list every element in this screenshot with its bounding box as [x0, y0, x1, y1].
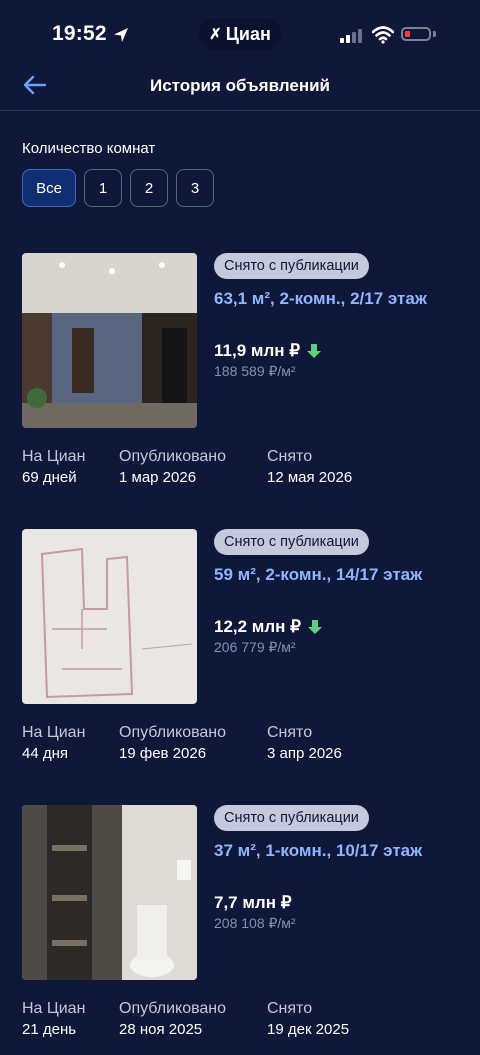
app-pill[interactable]: ✗ Циан [199, 18, 281, 50]
status-badge: Снято с публикации [214, 529, 369, 555]
listing-price: 7,7 млн ₽ [214, 893, 292, 912]
status-badge: Снято с публикации [214, 805, 369, 831]
stat-value: 19 дек 2025 [267, 1021, 350, 1038]
app-pill-label: Циан [225, 23, 271, 44]
stat-value: 12 мая 2026 [267, 469, 353, 486]
listing-photo[interactable] [22, 805, 197, 980]
stat-removed: Снято 19 дек 2025 [267, 1000, 349, 1038]
stat-value: 21 день [22, 1021, 77, 1038]
listing-card[interactable]: Снято с публикации 59 м², 2-комн., 14/17… [0, 529, 480, 779]
battery-cap [433, 31, 436, 37]
rooms-filter: Все 1 2 3 [22, 169, 214, 207]
navigation-bar: История объявлений [0, 68, 480, 111]
rooms-chip-3[interactable]: 3 [176, 169, 214, 207]
stat-removed: Снято 3 апр 2026 [267, 724, 342, 762]
stat-published: Опубликовано 1 мар 2026 [119, 448, 226, 486]
stat-value: 19 фев 2026 [119, 745, 207, 762]
listing-price: 12,2 млн ₽ [214, 617, 301, 636]
status-time: 19:52 [52, 22, 107, 45]
rooms-chip-2[interactable]: 2 [130, 169, 168, 207]
price-per-m2: 206 779 ₽/м² [214, 639, 296, 655]
listing-photo[interactable] [22, 529, 197, 704]
wifi-icon [372, 26, 394, 44]
stat-value: 3 апр 2026 [267, 745, 342, 762]
location-arrow-icon [114, 28, 128, 42]
listing-price-row: 11,9 млн ₽ [214, 341, 322, 361]
listing-photo[interactable] [22, 253, 197, 428]
stat-label: Снято [267, 724, 313, 741]
listing-card[interactable]: Снято с публикации 37 м², 1-комн., 10/17… [0, 805, 480, 1055]
stat-value: 69 дней [22, 469, 77, 486]
stat-published: Опубликовано 19 фев 2026 [119, 724, 226, 762]
status-badge: Снято с публикации [214, 253, 369, 279]
cian-logo-icon: ✗ [209, 26, 222, 43]
listing-price-row: 7,7 млн ₽ [214, 893, 292, 913]
cellular-signal-icon [340, 29, 362, 43]
stat-label: Опубликовано [119, 448, 227, 465]
stat-on-cian: На Циан 69 дней [22, 448, 85, 486]
rooms-chip-1[interactable]: 1 [84, 169, 122, 207]
stat-published: Опубликовано 28 ноя 2025 [119, 1000, 226, 1038]
stat-removed: Снято 12 мая 2026 [267, 448, 352, 486]
status-bar: 19:52 ✗ Циан [0, 0, 480, 68]
listing-price: 11,9 млн ₽ [214, 341, 301, 360]
stat-on-cian: На Циан 21 день [22, 1000, 85, 1038]
arrow-down-icon [308, 620, 322, 634]
rooms-filter-label: Количество комнат [22, 140, 156, 157]
stat-value: 1 мар 2026 [119, 469, 197, 486]
listing-title[interactable]: 59 м², 2-комн., 14/17 этаж [214, 564, 464, 586]
rooms-chip-all[interactable]: Все [22, 169, 76, 207]
stat-label: На Циан [22, 448, 86, 465]
listing-card[interactable]: Снято с публикации 63,1 м², 2-комн., 2/1… [0, 253, 480, 503]
stat-label: На Циан [22, 724, 86, 741]
arrow-down-icon [307, 344, 322, 358]
price-per-m2: 188 589 ₽/м² [214, 363, 296, 379]
listing-price-row: 12,2 млн ₽ [214, 617, 323, 637]
battery-low-icon [401, 27, 431, 41]
stat-label: Опубликовано [119, 1000, 227, 1017]
price-per-m2: 208 108 ₽/м² [214, 915, 296, 931]
page-title: История объявлений [149, 76, 331, 95]
stat-value: 44 дня [22, 745, 69, 762]
listing-title[interactable]: 63,1 м², 2-комн., 2/17 этаж [214, 288, 464, 310]
stat-label: Снято [267, 448, 313, 465]
stat-label: Снято [267, 1000, 313, 1017]
stat-value: 28 ноя 2025 [119, 1021, 203, 1038]
stat-on-cian: На Циан 44 дня [22, 724, 85, 762]
listing-title[interactable]: 37 м², 1-комн., 10/17 этаж [214, 840, 464, 862]
stat-label: На Циан [22, 1000, 86, 1017]
stat-label: Опубликовано [119, 724, 227, 741]
